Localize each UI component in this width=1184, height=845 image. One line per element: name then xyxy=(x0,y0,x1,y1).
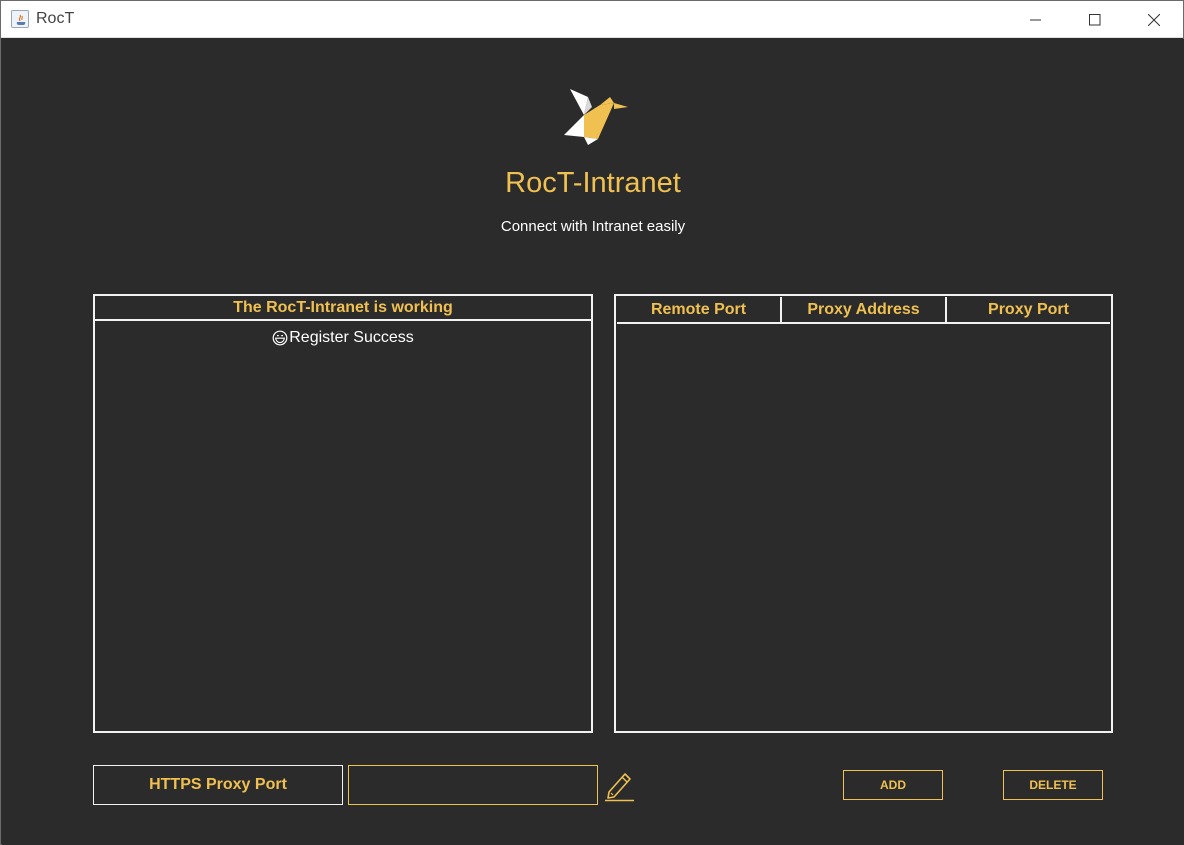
log-panel: The RocT-Intranet is working Register Su… xyxy=(93,294,593,733)
smiley-icon xyxy=(272,330,288,346)
main-content: RocT-Intranet Connect with Intranet easi… xyxy=(2,39,1184,845)
column-header-remote-port[interactable]: Remote Port xyxy=(617,297,782,322)
app-window: RocT RocT-Intranet Connect with Intranet… xyxy=(0,0,1184,845)
bird-logo-icon xyxy=(564,89,628,145)
java-app-icon xyxy=(11,10,29,28)
tagline: Connect with Intranet easily xyxy=(500,218,686,235)
maximize-button[interactable] xyxy=(1066,1,1124,38)
pencil-edit-icon[interactable] xyxy=(603,768,635,802)
https-proxy-port-label: HTTPS Proxy Port xyxy=(93,765,343,805)
table-body[interactable] xyxy=(617,326,1110,730)
window-title: RocT xyxy=(36,10,75,27)
column-header-proxy-address[interactable]: Proxy Address xyxy=(782,297,947,322)
table-header: Remote Port Proxy Address Proxy Port xyxy=(617,297,1110,324)
maximize-icon xyxy=(1089,13,1101,25)
close-button[interactable] xyxy=(1125,1,1183,38)
proxy-table: Remote Port Proxy Address Proxy Port xyxy=(614,294,1113,733)
log-entry-text: Register Success xyxy=(289,329,414,346)
add-button[interactable]: ADD xyxy=(843,770,943,800)
log-list[interactable]: Register Success xyxy=(95,321,591,351)
delete-button[interactable]: DELETE xyxy=(1003,770,1103,800)
log-panel-title: The RocT-Intranet is working xyxy=(95,296,591,321)
close-icon xyxy=(1148,13,1160,26)
log-entry: Register Success xyxy=(272,329,414,347)
minimize-button[interactable] xyxy=(1007,1,1065,38)
minimize-icon xyxy=(1030,19,1041,20)
title-bar[interactable]: RocT xyxy=(1,1,1183,38)
app-name-heading: RocT-Intranet xyxy=(505,167,681,199)
column-header-proxy-port[interactable]: Proxy Port xyxy=(947,297,1110,322)
https-proxy-port-input[interactable] xyxy=(348,765,598,805)
